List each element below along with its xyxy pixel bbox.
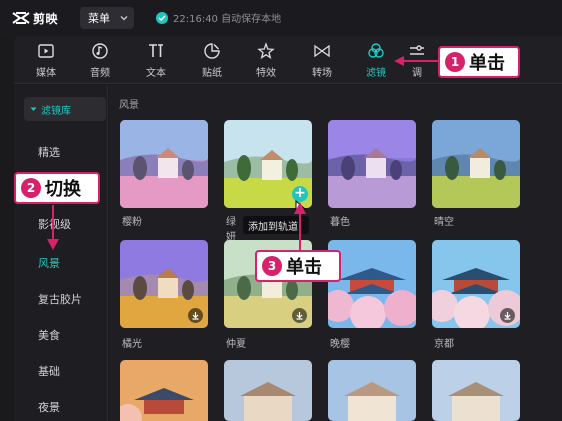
tool-label: 文本 — [146, 68, 166, 79]
filter-card-clear-sky[interactable] — [432, 120, 520, 208]
filter-card-row3-2[interactable] — [224, 360, 312, 421]
tool-effects[interactable]: 特效 — [238, 36, 294, 84]
filter-card-kyoto[interactable] — [432, 240, 520, 328]
sidebar-item-food[interactable]: 美食 — [38, 327, 60, 343]
step-number: 1 — [445, 52, 465, 72]
callout-arrow — [294, 202, 306, 250]
transition-icon — [314, 44, 330, 58]
filter-thumbnail — [224, 360, 312, 421]
filter-thumbnail — [328, 240, 416, 328]
step-number: 2 — [21, 178, 41, 198]
tool-audio[interactable]: 音频 — [72, 36, 128, 84]
filter-label: 暮色 — [330, 217, 350, 228]
app-logo: 剪映 — [12, 8, 58, 28]
filter-card-row3-1[interactable] — [120, 360, 208, 421]
download-icon[interactable] — [500, 308, 515, 323]
filter-thumbnail — [432, 120, 520, 208]
audio-icon — [92, 43, 108, 59]
media-icon — [38, 44, 54, 58]
callout-text: 单击 — [469, 53, 505, 74]
callout-step-1: 1 单击 — [438, 46, 520, 78]
title-bar: 剪映 菜单 22:16:40 自动保存本地 — [0, 0, 562, 36]
filter-label: 绿妍 — [226, 217, 236, 243]
step-number: 3 — [262, 256, 282, 276]
text-icon — [149, 44, 163, 57]
filter-label: 晴空 — [434, 217, 454, 228]
tool-transition[interactable]: 转场 — [294, 36, 350, 84]
sidebar-item-night[interactable]: 夜景 — [38, 399, 60, 415]
filter-label: 京都 — [434, 339, 454, 350]
tooltip-text: 添加到轨道 — [248, 221, 298, 233]
sidebar-item-basic[interactable]: 基础 — [38, 363, 60, 379]
chevron-down-icon — [120, 16, 128, 21]
callout-text: 切换 — [45, 179, 81, 200]
tool-label: 媒体 — [36, 68, 56, 79]
filter-thumbnail — [328, 360, 416, 421]
filter-card-dusk[interactable] — [328, 120, 416, 208]
filter-label: 樱粉 — [122, 217, 142, 228]
capcut-logo-icon — [12, 12, 30, 24]
app-name: 剪映 — [33, 11, 59, 26]
filter-card-row3-4[interactable] — [432, 360, 520, 421]
tool-label: 贴纸 — [202, 68, 222, 79]
filter-thumbnail — [120, 360, 208, 421]
filter-library-label: 滤镜库 — [41, 105, 71, 117]
sticker-icon — [204, 43, 220, 59]
download-icon[interactable] — [292, 308, 307, 323]
tool-sticker[interactable]: 贴纸 — [184, 36, 240, 84]
menu-button[interactable]: 菜单 — [80, 7, 134, 29]
filter-category-sidebar: 滤镜库 精选 影视级 风景 复古胶片 美食 基础 夜景 — [14, 85, 108, 421]
filter-label: 仲夏 — [226, 339, 246, 350]
tool-label: 滤镜 — [366, 68, 386, 79]
callout-step-3: 3 单击 — [255, 250, 341, 282]
autosave-text: 22:16:40 自动保存本地 — [173, 14, 282, 25]
callout-step-2: 2 切换 — [14, 172, 100, 204]
sidebar-item-featured[interactable]: 精选 — [38, 144, 60, 160]
effects-icon — [257, 42, 275, 60]
filter-thumbnail — [328, 120, 416, 208]
sidebar-item-retro-film[interactable]: 复古胶片 — [38, 291, 82, 307]
filter-library-header[interactable]: 滤镜库 — [24, 97, 106, 121]
tool-media[interactable]: 媒体 — [18, 36, 74, 84]
check-icon — [156, 11, 168, 24]
filter-label: 晚樱 — [330, 339, 350, 350]
filter-thumbnail — [432, 360, 520, 421]
callout-text: 单击 — [286, 257, 322, 278]
tool-text[interactable]: 文本 — [128, 36, 184, 84]
caret-down-icon — [30, 107, 37, 111]
tool-label: 音频 — [90, 68, 110, 79]
callout-arrow — [394, 56, 438, 66]
filter-label: 橘光 — [122, 339, 142, 350]
filter-thumbnail — [120, 120, 208, 208]
filter-icon — [368, 43, 384, 58]
filter-card-row3-3[interactable] — [328, 360, 416, 421]
filter-card-late-sakura[interactable] — [328, 240, 416, 328]
filter-card-sakura-pink[interactable] — [120, 120, 208, 208]
tool-label: 转场 — [312, 68, 332, 79]
section-title: 风景 — [119, 100, 139, 111]
autosave-status: 22:16:40 自动保存本地 — [156, 10, 281, 25]
tool-label: 特效 — [256, 68, 276, 79]
callout-arrow — [47, 205, 59, 250]
sidebar-item-scenery[interactable]: 风景 — [38, 255, 60, 271]
filter-card-orange-light[interactable] — [120, 240, 208, 328]
menu-label: 菜单 — [88, 12, 110, 25]
download-icon[interactable] — [188, 308, 203, 323]
